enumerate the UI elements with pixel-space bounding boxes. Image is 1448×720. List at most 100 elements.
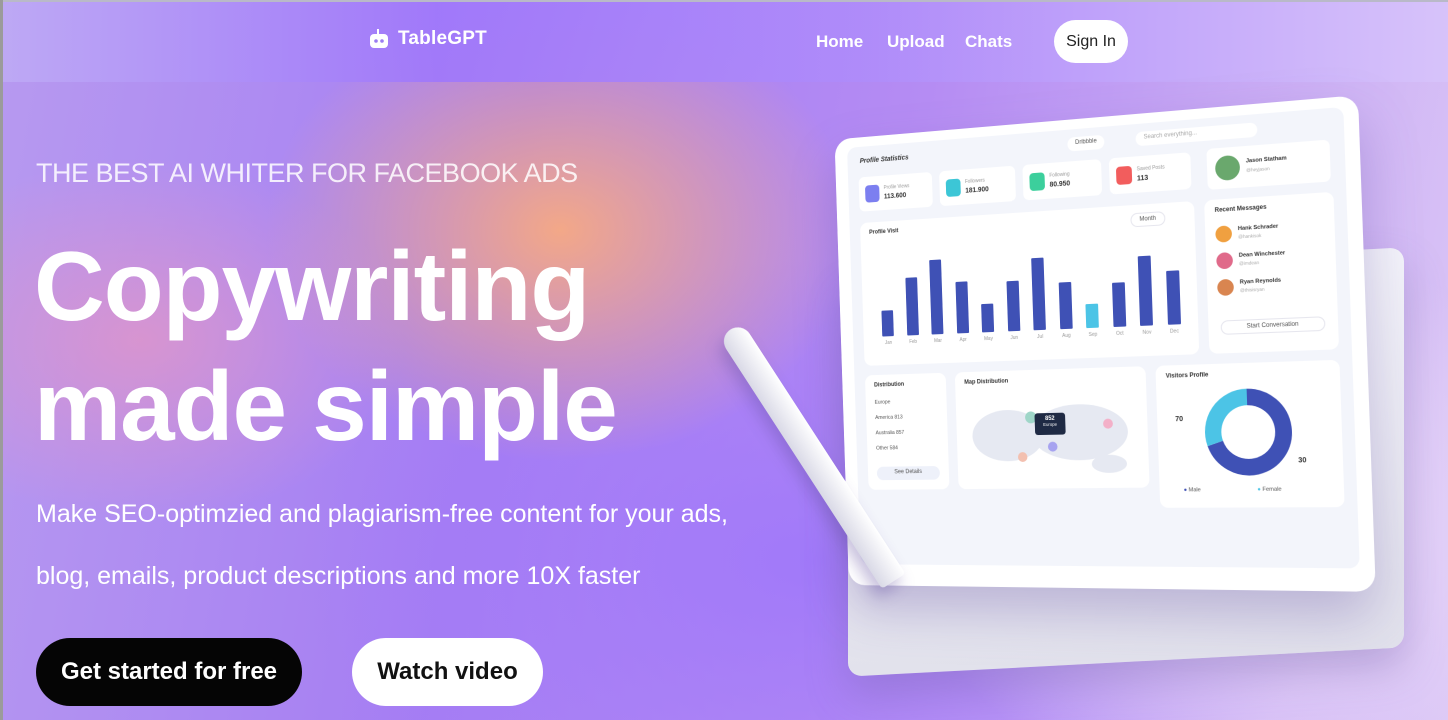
message-handle: @thisisryan: [1239, 286, 1265, 293]
stat-value: 80.950: [1049, 180, 1071, 189]
visit-chart-bar: [881, 310, 895, 337]
stat-card: Following 80.950: [1022, 159, 1103, 201]
message-item: Hank Schrader @hankisok: [1215, 218, 1320, 247]
female-percent-label: 30: [1298, 457, 1307, 465]
donut-slice-female: [1212, 397, 1249, 444]
visit-chart-month-label: Dec: [1169, 328, 1180, 335]
start-conversation-button: Start Conversation: [1220, 316, 1326, 335]
stat-label: Followers: [964, 177, 985, 185]
stat-label: Following: [1049, 171, 1070, 179]
profile-visit-panel: Profile Visit Month Jan Feb Mar Apr May Jun Ju…: [860, 201, 1200, 366]
stat-card: Saved Posts 113: [1108, 152, 1192, 195]
avatar: [1214, 154, 1241, 182]
hero-headline: Copywriting made simple: [34, 226, 618, 466]
headline-line-1: Copywriting: [34, 231, 590, 341]
profile-handle: @heyjason: [1246, 165, 1270, 173]
dashboard-screen: Profile Statistics Dribbble Search every…: [847, 106, 1360, 569]
visit-chart-bar: [929, 259, 944, 335]
distribution-row: Australia 857: [876, 430, 905, 436]
watch-video-button[interactable]: Watch video: [352, 638, 543, 706]
nav-upload[interactable]: Upload: [887, 32, 945, 52]
distribution-label: Other: [876, 445, 889, 452]
distribution-value: 584: [889, 445, 899, 452]
visit-chart-filter: Month: [1130, 211, 1166, 228]
visitors-title: Visitors Profile: [1165, 372, 1209, 380]
sign-in-button[interactable]: Sign In: [1054, 20, 1128, 63]
visit-chart-month-label: Nov: [1142, 329, 1152, 336]
hero-subtext-line-1: Make SEO-optimzied and plagiarism-free c…: [36, 500, 728, 528]
visit-chart-bar: [905, 277, 919, 336]
top-nav-bar: TableGPT Home Upload Chats Sign In: [3, 2, 1448, 82]
visit-chart-month-label: May: [984, 335, 994, 343]
message-handle: @imdean: [1239, 259, 1260, 267]
hero-subtext-line-2: blog, emails, product descriptions and m…: [36, 562, 641, 590]
visit-chart-month-label: Feb: [909, 338, 918, 346]
stat-value: 113: [1136, 174, 1149, 183]
visit-chart-month-label: Mar: [933, 337, 943, 345]
stat-icon: [1115, 165, 1133, 186]
robot-logo-icon: [370, 29, 388, 48]
legend-label: Male: [1188, 487, 1201, 494]
dashboard-dropdown: Dribbble: [1067, 134, 1105, 152]
message-item: Dean Winchester @imdean: [1216, 245, 1321, 273]
distribution-value: 857: [895, 429, 905, 436]
distribution-value: 813: [894, 414, 903, 421]
distribution-label: Europe: [874, 399, 891, 406]
profile-card: Jason Statham @heyjason: [1206, 139, 1331, 190]
world-map-graphic: [971, 403, 1129, 474]
stat-icon: [864, 184, 880, 203]
visit-chart-month-label: Jun: [1010, 334, 1019, 342]
stat-card: Profile Views 113.600: [858, 171, 933, 212]
distribution-label: America: [875, 414, 894, 421]
visit-chart-month-label: Apr: [959, 336, 967, 344]
logo[interactable]: TableGPT: [368, 28, 487, 50]
visit-chart-bar: [981, 303, 995, 333]
map-panel: Map Distribution 852 Europe: [954, 366, 1150, 490]
distribution-title: Distribution: [874, 381, 905, 389]
tablet-dashboard-illustration: Profile Statistics Dribbble Search every…: [834, 95, 1376, 592]
message-name: Dean Winchester: [1238, 250, 1286, 259]
avatar: [1217, 278, 1235, 297]
legend-label: Female: [1262, 486, 1282, 493]
visit-chart-month-label: Aug: [1062, 332, 1071, 340]
distribution-row: Europe: [875, 400, 891, 406]
nav-home[interactable]: Home: [816, 32, 863, 52]
visit-chart-bar: [1137, 255, 1154, 326]
distribution-panel: Distribution Europe America 813 Australi…: [864, 372, 950, 490]
dashboard-title: Profile Statistics: [859, 154, 909, 166]
visitors-donut-chart: [1200, 384, 1296, 479]
visit-chart-bar: [1031, 257, 1047, 331]
get-started-button[interactable]: Get started for free: [36, 638, 302, 706]
distribution-row: America 813: [875, 415, 903, 421]
map-tooltip-label: Europe: [1043, 421, 1058, 428]
visit-chart-month-label: Jan: [884, 339, 893, 347]
male-percent-label: 70: [1175, 415, 1184, 424]
dashboard-search: Search everything...: [1135, 122, 1258, 147]
visit-chart-bar: [1111, 282, 1127, 328]
avatar: [1216, 252, 1234, 270]
visit-chart-bar: [955, 281, 969, 334]
see-details-button: See Details: [876, 466, 941, 481]
message-name: Ryan Reynolds: [1239, 277, 1282, 286]
logo-text: TableGPT: [398, 28, 487, 49]
stat-label: Saved Posts: [1136, 164, 1165, 173]
stat-card: Followers 181.900: [939, 165, 1017, 207]
distribution-row: Other 584: [876, 445, 898, 451]
legend-female: ● Female: [1257, 486, 1282, 493]
messages-title: Recent Messages: [1214, 204, 1267, 215]
distribution-label: Australia: [875, 430, 895, 437]
legend-male: ● Male: [1183, 487, 1201, 494]
visit-chart-bar: [1085, 303, 1100, 329]
nav-chats[interactable]: Chats: [965, 32, 1012, 52]
avatar: [1215, 225, 1233, 243]
visit-chart-plot: [874, 242, 1188, 337]
stat-icon: [945, 178, 961, 198]
hero-eyebrow: THE BEST AI WHITER FOR FACEBOOK ADS: [36, 158, 578, 188]
visit-chart-bar: [1006, 280, 1021, 332]
map-tooltip: 852 Europe: [1034, 412, 1066, 436]
message-item: Ryan Reynolds @thisisryan: [1217, 272, 1322, 300]
visit-chart-title: Profile Visit: [869, 228, 899, 236]
visit-chart-month-label: Jul: [1037, 333, 1044, 341]
map-title: Map Distribution: [964, 378, 1009, 386]
visitors-panel: Visitors Profile 70 30 ● Male ● Female: [1155, 359, 1345, 508]
